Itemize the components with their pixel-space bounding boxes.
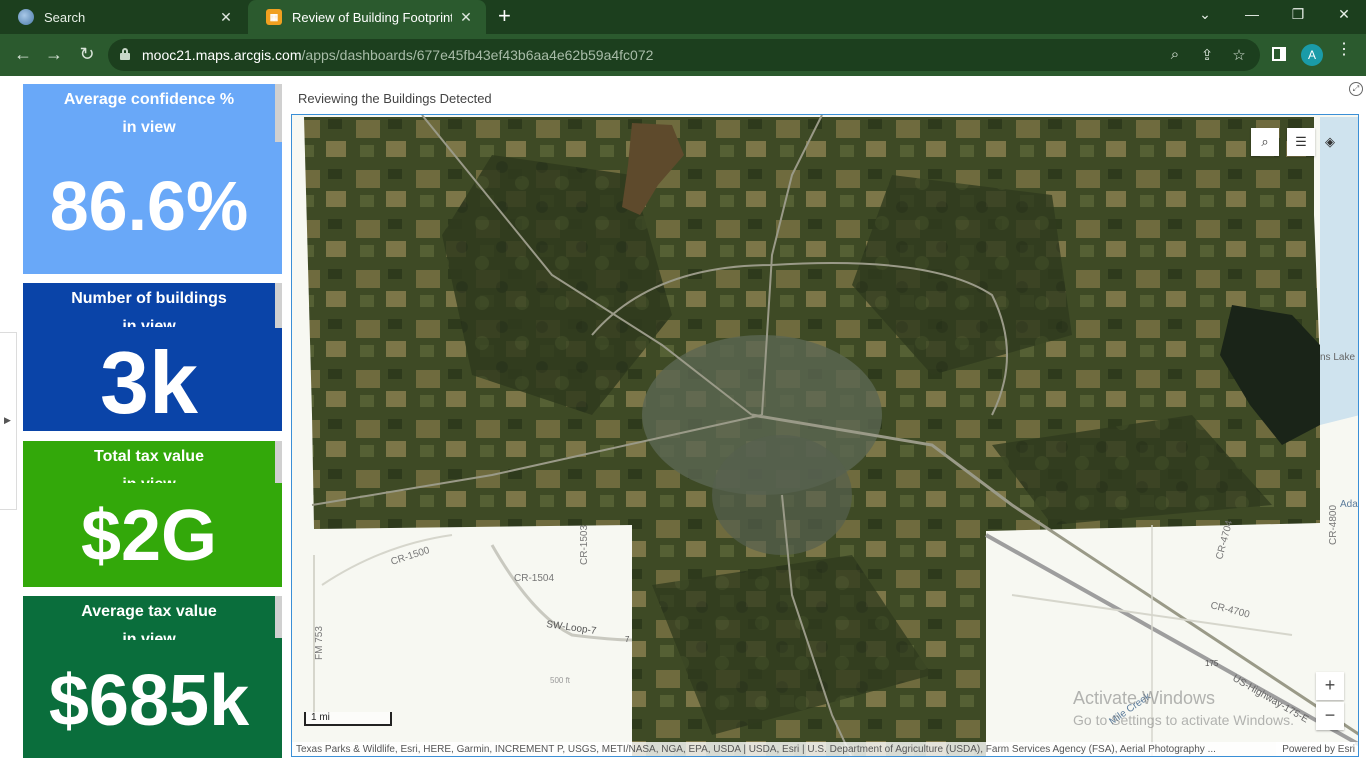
indicator-title: Total tax value (94, 448, 204, 465)
more-menu-icon[interactable]: ⋮ (1336, 42, 1352, 58)
address-bar[interactable]: mooc21.maps.arcgis.com/apps/dashboards/6… (108, 39, 1260, 71)
search-icon[interactable]: ⌕ (1251, 128, 1279, 156)
attribution-text: Texas Parks & Wildlife, Esri, HERE, Garm… (296, 744, 1216, 755)
zoom-out-button[interactable]: − (1316, 702, 1344, 730)
tab-title: Review of Building Footprint res (292, 9, 452, 25)
scale-bar: 1 mi (304, 712, 392, 726)
indicator-title: Average confidence % (63, 91, 235, 108)
indicator-total-tax-value[interactable]: Total tax value in view $2G (23, 441, 282, 587)
indicator-value: $685k (48, 661, 250, 741)
reload-icon[interactable]: ↻ (76, 44, 98, 65)
road-label: 500 ft (550, 676, 571, 685)
road-label: Ada (1340, 499, 1358, 510)
minimize-window-button[interactable]: — (1242, 6, 1262, 22)
dashboard: ▶ Average confidence % in view 86.6% Num… (0, 76, 1366, 768)
url-text[interactable]: mooc21.maps.arcgis.com/apps/dashboards/6… (142, 47, 653, 63)
side-panel-icon[interactable] (1272, 47, 1286, 61)
road-label: CR-4800 (1328, 505, 1339, 545)
map-panel: Reviewing the Buildings Detected ⤢ CR-15… (290, 82, 1365, 768)
map-title: Reviewing the Buildings Detected (298, 91, 492, 106)
indicator-title: Average tax value (81, 603, 217, 620)
back-arrow-icon[interactable]: ← (12, 44, 34, 65)
powered-by-esri-link[interactable]: Powered by Esri (1276, 742, 1355, 756)
browser-tab-strip: Search ✕ ▦ Review of Building Footprint … (0, 0, 1366, 34)
bookmark-star-icon[interactable]: ☆ (1230, 46, 1248, 64)
scrollbar[interactable] (275, 283, 282, 328)
close-window-button[interactable]: ✕ (1334, 6, 1354, 23)
browser-toolbar: ← → ↻ mooc21.maps.arcgis.com/apps/dashbo… (0, 34, 1366, 76)
indicator-number-of-buildings[interactable]: Number of buildings in view 3k (23, 283, 282, 431)
indicator-value: 3k (100, 333, 198, 431)
scrollbar[interactable] (275, 84, 282, 142)
chevron-right-icon: ▶ (4, 415, 11, 425)
map-view[interactable]: CR-1500 CR-1504 CR-1503 SW-Loop-7 FM 753… (291, 114, 1359, 757)
restore-window-button[interactable]: ❐ (1288, 6, 1308, 23)
indicator-value: $2G (80, 496, 218, 576)
close-tab-icon[interactable]: ✕ (218, 9, 234, 26)
arcgis-dashboard-icon: ▦ (266, 9, 282, 25)
road-label: FM 753 (314, 626, 325, 660)
indicator-subtitle: in view (122, 119, 176, 136)
road-label: CR-1503 (579, 525, 590, 565)
road-label: CR-1504 (514, 573, 554, 584)
lock-icon (120, 48, 130, 60)
map-attribution[interactable]: Texas Parks & Wildlife, Esri, HERE, Garm… (292, 742, 1358, 756)
indicator-title: Number of buildings (71, 290, 227, 307)
layers-icon[interactable]: ◈ (1316, 128, 1344, 156)
indicator-average-tax-value[interactable]: Average tax value in view $685k (23, 596, 282, 758)
globe-icon (18, 9, 34, 25)
fullscreen-icon[interactable]: ⤢ (1349, 82, 1363, 96)
tab-title: Search (44, 9, 86, 25)
avatar[interactable]: A (1301, 44, 1323, 66)
road-label: ns Lake (1320, 352, 1355, 363)
indicator-subtitle: in view (23, 471, 275, 483)
indicator-average-confidence[interactable]: Average confidence % in view 86.6% (23, 84, 282, 274)
zoom-search-icon[interactable]: ⌕ (1166, 46, 1184, 63)
map-canvas[interactable]: CR-1500 CR-1504 CR-1503 SW-Loop-7 FM 753… (292, 115, 1359, 757)
tab-dashboard[interactable]: ▦ Review of Building Footprint res ✕ (248, 0, 486, 34)
tab-search[interactable]: Search ✕ (0, 0, 246, 34)
indicator-subtitle: in view (122, 318, 176, 327)
legend-icon[interactable]: ☰ (1287, 128, 1315, 156)
indicator-subtitle: in view (122, 631, 176, 640)
road-label: 175 (1205, 659, 1219, 668)
road-label: CR-4700 (1209, 600, 1251, 620)
new-tab-button[interactable]: + (498, 5, 511, 27)
side-panel-expander[interactable]: ▶ (0, 332, 17, 510)
road-label: 7 (625, 635, 630, 644)
forward-arrow-icon[interactable]: → (43, 44, 65, 65)
tab-search-dropdown-icon[interactable]: ⌄ (1195, 6, 1215, 23)
share-icon[interactable]: ⇪ (1198, 46, 1216, 64)
scrollbar[interactable] (275, 596, 282, 638)
scrollbar[interactable] (275, 441, 282, 483)
os-activation-watermark: Activate Windows Go to Settings to activ… (1073, 688, 1294, 728)
indicator-value: 86.6% (49, 167, 249, 245)
close-tab-icon[interactable]: ✕ (458, 9, 474, 26)
zoom-in-button[interactable]: + (1316, 672, 1344, 700)
